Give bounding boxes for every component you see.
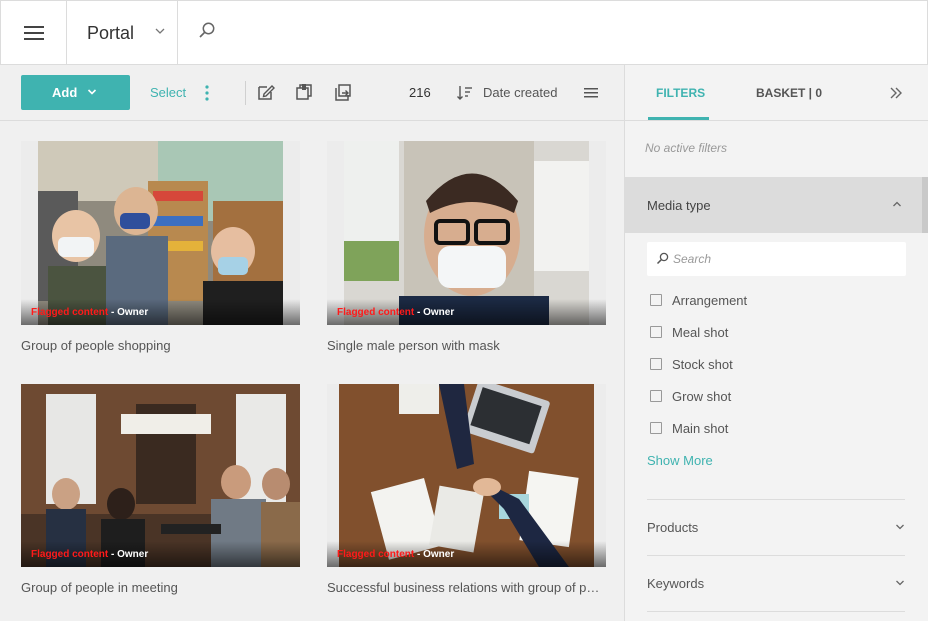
result-count: 216 [409,85,431,100]
asset-grid: Flagged content - Owner Group of people … [0,121,624,621]
chevron-down-icon [155,28,165,34]
panel-scrollbar[interactable] [922,177,928,233]
filter-option-grow-shot[interactable]: Grow shot [650,388,731,404]
menu-button[interactable] [1,1,67,65]
flag-label: Flagged content - Owner [31,307,148,318]
flag-separator: - [108,307,118,318]
top-header: Portal [0,0,928,65]
tab-basket[interactable]: BASKET | 0 [756,86,822,100]
asset-thumbnail[interactable]: Flagged content - Owner [327,384,606,567]
flagged-content-text: Flagged content [337,549,415,560]
portal-switcher[interactable]: Portal [67,1,178,65]
chevron-down-icon [896,580,904,586]
flag-separator: - [108,549,118,560]
flag-label: Flagged content - Owner [337,307,454,318]
keywords-title: Keywords [647,576,705,591]
tab-filters[interactable]: FILTERS [656,86,705,100]
no-active-filters-text: No active filters [645,141,728,155]
select-button[interactable]: Select [150,85,186,100]
media-type-search [647,242,906,276]
asset-card[interactable]: Flagged content - Owner Group of people … [21,384,300,595]
keywords-section-header[interactable]: Keywords [647,568,905,598]
search-button[interactable] [197,21,221,45]
photo-image [339,384,594,567]
filter-option-label: Stock shot [672,356,733,372]
asset-thumbnail[interactable]: Flagged content - Owner [21,384,300,567]
filter-option-arrangement[interactable]: Arrangement [650,292,747,308]
toolbar-divider [245,81,246,105]
flag-separator: - [414,549,424,560]
asset-card[interactable]: Flagged content - Owner Group of people … [21,141,300,353]
chevron-down-icon [896,524,904,530]
asset-thumbnail[interactable]: Flagged content - Owner [327,141,606,325]
show-more-link[interactable]: Show More [647,453,713,468]
asset-thumbnail[interactable]: Flagged content - Owner [21,141,300,325]
photo-image [21,384,300,567]
flagged-content-text: Flagged content [337,307,415,318]
asset-title[interactable]: Successful business relations with group… [327,580,606,595]
search-icon [656,252,669,265]
filter-option-label: Meal shot [672,324,729,340]
panel-tabs: FILTERS BASKET | 0 [625,65,928,121]
export-icon[interactable] [333,82,353,102]
more-options-icon[interactable] [200,84,214,102]
products-section-header[interactable]: Products [647,512,905,542]
asset-title[interactable]: Single male person with mask [327,338,606,353]
owner-text: Owner [117,549,149,560]
asset-card[interactable]: Flagged content - Owner Single male pers… [327,141,606,353]
section-divider [647,611,905,612]
owner-text: Owner [423,549,455,560]
copy-to-collection-icon[interactable] [294,82,314,102]
owner-text: Owner [117,307,149,318]
toolbar: Add Select 216 Date created [0,65,624,121]
photo-image [38,141,283,325]
asset-card[interactable]: Flagged content - Owner Successful busin… [327,384,606,595]
checkbox[interactable] [650,326,662,338]
media-type-search-input[interactable] [673,242,898,276]
list-view-icon[interactable] [582,84,600,102]
media-type-title: Media type [647,198,711,213]
flagged-content-text: Flagged content [31,307,109,318]
photo-image [344,141,589,325]
double-chevron-right-icon[interactable] [888,85,904,101]
add-button[interactable]: Add [21,75,130,110]
hamburger-icon [23,26,44,40]
flag-label: Flagged content - Owner [31,549,148,560]
search-icon [199,22,215,38]
filter-option-label: Grow shot [672,388,732,404]
sort-dropdown[interactable]: Date created [483,85,557,100]
section-divider [647,555,905,556]
filter-option-stock-shot[interactable]: Stock shot [650,356,733,372]
chevron-up-icon [893,201,901,207]
flag-separator: - [414,307,424,318]
checkbox[interactable] [650,358,662,370]
filter-panel: FILTERS BASKET | 0 No active filters Med… [624,65,928,621]
asset-title[interactable]: Group of people shopping [21,338,300,353]
asset-title[interactable]: Group of people in meeting [21,580,300,595]
checkbox[interactable] [650,294,662,306]
edit-icon[interactable] [256,82,276,102]
flag-label: Flagged content - Owner [337,549,454,560]
owner-text: Owner [423,307,455,318]
filter-option-main-shot[interactable]: Main shot [650,420,728,436]
media-type-section-header[interactable]: Media type [625,177,922,233]
products-title: Products [647,520,699,535]
add-button-label: Add [52,85,78,100]
chevron-down-icon [87,89,97,95]
filter-option-meal-shot[interactable]: Meal shot [650,324,728,340]
checkbox[interactable] [650,390,662,402]
active-tab-indicator [648,117,709,120]
sort-icon[interactable] [455,83,475,103]
portal-title: Portal [87,22,135,43]
section-divider [647,499,905,500]
checkbox[interactable] [650,422,662,434]
filter-option-label: Arrangement [672,292,748,308]
flagged-content-text: Flagged content [31,549,109,560]
filter-option-label: Main shot [672,420,729,436]
